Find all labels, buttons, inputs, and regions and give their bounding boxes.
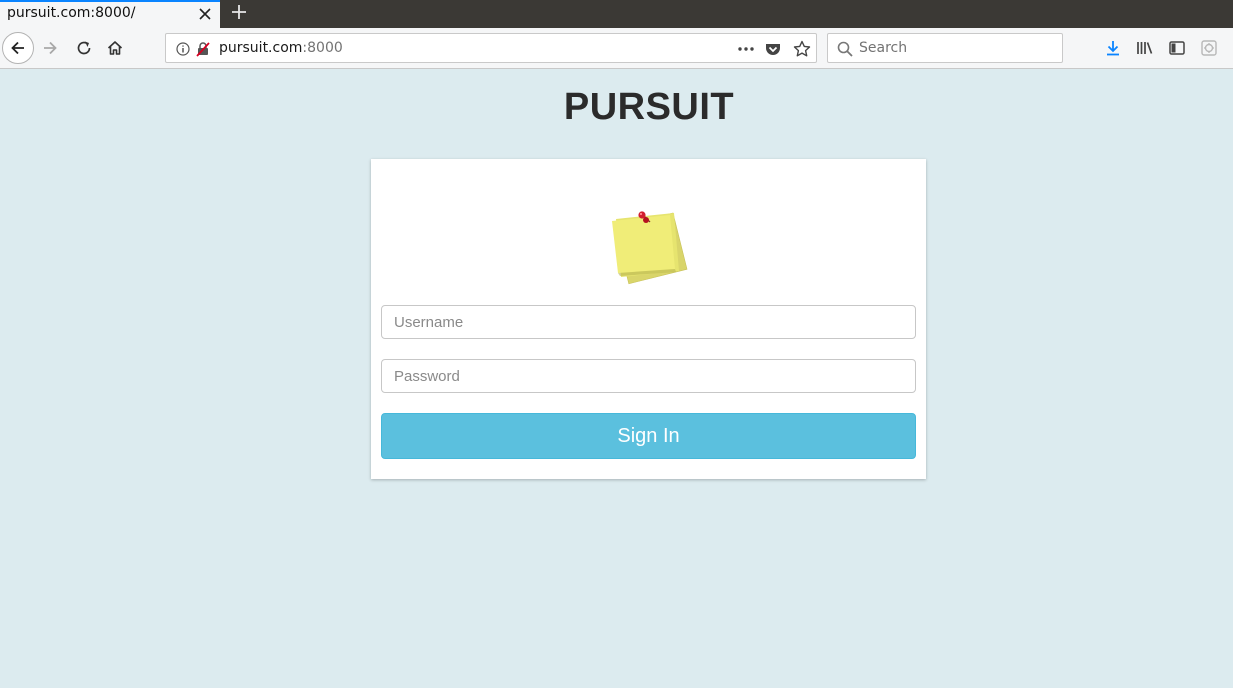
search-icon bbox=[836, 40, 854, 58]
back-button[interactable] bbox=[2, 32, 34, 64]
login-card: Sign In bbox=[371, 159, 926, 479]
sticky-note-logo bbox=[606, 205, 691, 287]
library-icon[interactable] bbox=[1135, 38, 1155, 58]
page-actions-icon[interactable] bbox=[736, 39, 756, 59]
info-icon[interactable] bbox=[175, 41, 191, 57]
password-input[interactable] bbox=[381, 359, 916, 393]
navigation-toolbar: pursuit.com:8000 Search bbox=[0, 28, 1233, 69]
url-port: :8000 bbox=[302, 40, 343, 56]
reload-icon bbox=[77, 41, 91, 55]
page-title: PURSUIT bbox=[563, 86, 735, 128]
sign-in-button[interactable]: Sign In bbox=[381, 413, 916, 459]
url-host: pursuit.com bbox=[219, 40, 303, 56]
tab-strip: pursuit.com:8000/ bbox=[0, 0, 1233, 28]
active-tab[interactable]: pursuit.com:8000/ bbox=[0, 0, 220, 28]
url-bar[interactable]: pursuit.com:8000 bbox=[165, 33, 817, 63]
home-button[interactable] bbox=[103, 36, 127, 60]
username-input[interactable] bbox=[381, 305, 916, 339]
arrow-right-icon bbox=[44, 41, 57, 55]
tab-title: pursuit.com:8000/ bbox=[7, 5, 136, 21]
search-bar[interactable]: Search bbox=[827, 33, 1063, 63]
close-tab-icon[interactable] bbox=[197, 5, 213, 23]
extension-icon[interactable] bbox=[1199, 38, 1219, 58]
forward-button[interactable] bbox=[38, 36, 62, 60]
arrow-left-icon bbox=[11, 41, 24, 55]
pocket-icon[interactable] bbox=[764, 40, 782, 58]
search-placeholder: Search bbox=[859, 40, 908, 56]
bookmark-star-icon[interactable] bbox=[792, 39, 812, 59]
insecure-lock-icon[interactable] bbox=[195, 41, 211, 57]
url-text[interactable]: pursuit.com:8000 bbox=[219, 40, 343, 56]
home-icon bbox=[107, 41, 123, 55]
new-tab-icon[interactable] bbox=[229, 2, 249, 22]
download-icon[interactable] bbox=[1103, 38, 1123, 58]
reload-button[interactable] bbox=[72, 36, 96, 60]
sidebar-icon[interactable] bbox=[1167, 38, 1187, 58]
